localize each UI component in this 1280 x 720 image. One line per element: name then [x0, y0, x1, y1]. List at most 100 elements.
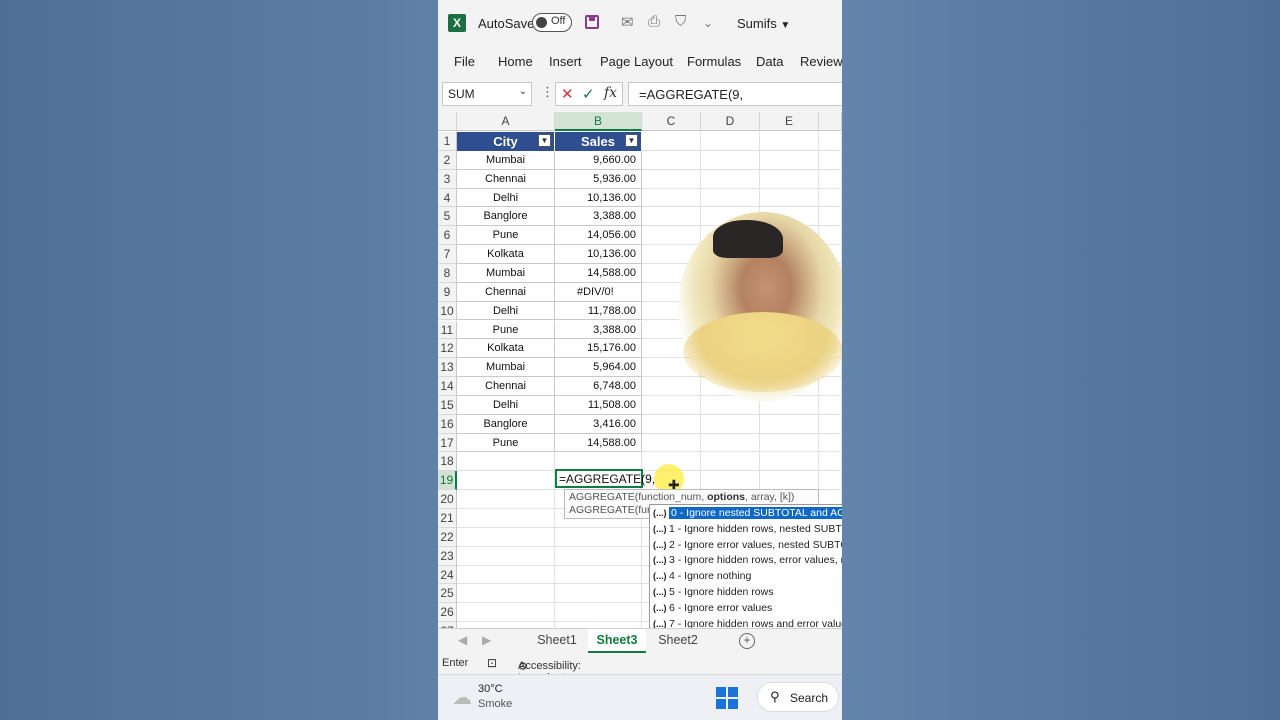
macro-record-icon[interactable]: ⊡ — [487, 656, 497, 670]
row-header[interactable]: 10 — [438, 301, 457, 321]
row-header[interactable]: 19 — [438, 471, 457, 491]
row-header[interactable]: 1 — [438, 132, 457, 151]
cell-city[interactable]: Banglore — [457, 414, 555, 434]
more-options-icon[interactable]: ⋮ — [541, 84, 554, 100]
tab-review[interactable]: Review — [800, 54, 842, 69]
cell-sales[interactable]: 11,508.00 — [555, 395, 642, 415]
tab-sheet2[interactable]: Sheet2 — [650, 629, 706, 653]
grid-cell[interactable] — [642, 169, 701, 189]
row-header[interactable]: 17 — [438, 433, 457, 453]
cell-sales[interactable]: 3,388.00 — [555, 207, 642, 227]
grid-cell[interactable] — [642, 395, 701, 415]
cell-city[interactable]: Pune — [457, 226, 555, 246]
grid-cell[interactable] — [819, 150, 842, 170]
add-sheet-icon[interactable]: + — [739, 633, 755, 649]
grid-cell[interactable] — [760, 414, 819, 434]
grid-cell[interactable] — [819, 414, 842, 434]
print-icon[interactable]: ⎙ — [648, 13, 660, 30]
grid-cell[interactable] — [760, 169, 819, 189]
grid-cell[interactable] — [457, 603, 555, 623]
grid-cell[interactable] — [642, 188, 701, 208]
row-header[interactable]: 11 — [438, 320, 457, 340]
autocomplete-option[interactable]: (...)0 - Ignore nested SUBTOTAL and AGGR… — [650, 505, 842, 521]
cell-city[interactable]: Chennai — [457, 282, 555, 302]
mail-icon[interactable]: ✉ — [621, 13, 634, 31]
grid-cell[interactable] — [819, 132, 842, 151]
prev-sheet-icon[interactable]: ◀ — [458, 633, 467, 647]
grid-cell[interactable] — [701, 433, 760, 453]
column-header-a[interactable]: A — [457, 112, 555, 131]
tab-sheet1[interactable]: Sheet1 — [530, 629, 584, 653]
grid-cell[interactable] — [642, 132, 701, 151]
grid-cell[interactable] — [760, 150, 819, 170]
weather-cloud-icon[interactable]: ☁ — [452, 685, 472, 710]
formula-input[interactable]: =AGGREGATE(9, — [628, 82, 842, 106]
grid-cell[interactable] — [760, 471, 819, 491]
autosave-toggle[interactable]: Off — [532, 13, 572, 32]
row-header[interactable]: 20 — [438, 490, 457, 509]
filter-icon[interactable]: ⛉ — [675, 13, 686, 30]
grid-cell[interactable] — [457, 565, 555, 585]
tab-insert[interactable]: Insert — [549, 54, 582, 69]
row-header[interactable]: 23 — [438, 546, 457, 566]
grid-cell[interactable] — [457, 509, 555, 528]
row-header[interactable]: 7 — [438, 245, 457, 264]
cell-city[interactable]: Mumbai — [457, 358, 555, 378]
cell-city[interactable]: Delhi — [457, 395, 555, 415]
row-header[interactable]: 26 — [438, 603, 457, 623]
autocomplete-option[interactable]: (...) 4 - Ignore nothing — [650, 568, 842, 584]
row-header[interactable]: 12 — [438, 339, 457, 359]
cell-sales[interactable]: 3,388.00 — [555, 320, 642, 340]
tab-sheet3[interactable]: Sheet3 — [588, 629, 646, 653]
cell-sales[interactable]: 14,588.00 — [555, 263, 642, 283]
row-header[interactable]: 24 — [438, 565, 457, 585]
cell-city[interactable]: Mumbai — [457, 263, 555, 283]
grid-cell[interactable] — [555, 603, 642, 623]
grid-cell[interactable] — [642, 414, 701, 434]
grid-cell[interactable] — [701, 188, 760, 208]
grid-cell[interactable] — [457, 546, 555, 566]
cell-sales[interactable]: 11,788.00 — [555, 301, 642, 321]
grid-cell[interactable] — [701, 414, 760, 434]
weather-temperature[interactable]: 30°C — [478, 683, 503, 695]
enter-icon[interactable]: ✓ — [582, 85, 595, 103]
windows-start-icon[interactable] — [716, 687, 738, 709]
row-header[interactable]: 18 — [438, 452, 457, 472]
cell-sales[interactable]: 10,136.00 — [555, 188, 642, 208]
tab-page-layout[interactable]: Page Layout — [600, 54, 673, 69]
grid-cell[interactable] — [819, 377, 842, 396]
filter-dropdown-icon[interactable]: ▼ — [625, 134, 638, 147]
grid-cell[interactable] — [642, 433, 701, 453]
autocomplete-option[interactable]: (...) 6 - Ignore error values — [650, 600, 842, 616]
grid-cell[interactable] — [819, 188, 842, 208]
column-header-b[interactable]: B — [555, 112, 642, 131]
grid-cell[interactable] — [555, 584, 642, 604]
cell-sales[interactable]: 14,056.00 — [555, 226, 642, 246]
cell-sales[interactable]: 6,748.00 — [555, 377, 642, 396]
grid-cell[interactable] — [760, 132, 819, 151]
grid-cell[interactable] — [642, 207, 701, 227]
grid-cell[interactable] — [701, 169, 760, 189]
file-name[interactable]: Sumifs ▼ — [737, 16, 790, 31]
grid-cell[interactable] — [819, 452, 842, 472]
column-header-e[interactable]: E — [760, 112, 819, 131]
cell-sales[interactable]: 5,936.00 — [555, 169, 642, 189]
grid-cell[interactable] — [819, 433, 842, 453]
row-header[interactable]: 5 — [438, 207, 457, 227]
grid-cell[interactable] — [819, 471, 842, 491]
grid-cell[interactable] — [760, 452, 819, 472]
tooltip-line-1[interactable]: AGGREGATE(function_num, options, array, … — [569, 491, 814, 504]
row-header[interactable]: 15 — [438, 395, 457, 415]
grid-cell[interactable] — [819, 395, 842, 415]
filter-dropdown-icon[interactable]: ▼ — [538, 134, 551, 147]
autocomplete-option[interactable]: (...) 5 - Ignore hidden rows — [650, 584, 842, 600]
grid-cell[interactable] — [457, 452, 555, 472]
autocomplete-option[interactable]: (...) 3 - Ignore hidden rows, error value… — [650, 552, 842, 568]
grid-cell[interactable] — [642, 226, 701, 246]
row-header[interactable]: 16 — [438, 414, 457, 434]
row-header[interactable]: 3 — [438, 169, 457, 189]
row-header[interactable]: 6 — [438, 226, 457, 246]
tab-file[interactable]: File — [454, 54, 475, 69]
grid-cell[interactable] — [701, 132, 760, 151]
row-header[interactable]: 21 — [438, 509, 457, 528]
